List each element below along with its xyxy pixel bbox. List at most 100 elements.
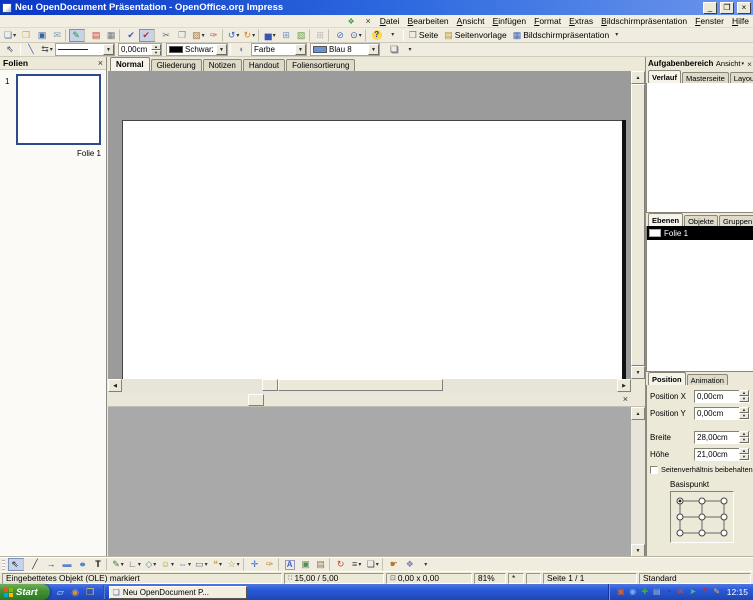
menu-fenster[interactable]: Fenster	[691, 16, 728, 26]
basic-shapes-button[interactable]: ◇	[143, 558, 159, 571]
flowchart-button[interactable]: ▭	[193, 558, 210, 571]
split-handle[interactable]	[262, 379, 278, 391]
split-handle[interactable]	[248, 394, 264, 406]
edit-points-button[interactable]: ⇖	[2, 43, 18, 56]
dropdown-button[interactable]: ▼	[295, 44, 306, 55]
export-pdf-button[interactable]: ▤	[88, 29, 104, 42]
format-paintbrush-button[interactable]: ✑	[207, 29, 223, 42]
spin-down-icon[interactable]: ▼	[151, 50, 161, 56]
extrusion-button[interactable]: ❖	[402, 558, 418, 571]
arrange-button[interactable]: ❏	[365, 558, 383, 571]
scroll-down-button[interactable]: ▼	[631, 544, 645, 557]
field-input[interactable]: 0,00cm ▲▼	[694, 390, 750, 403]
text-button[interactable]: T	[91, 558, 107, 571]
line-width-spinner[interactable]: ▲▼	[151, 44, 161, 56]
tab-gruppen[interactable]: Gruppen	[719, 215, 753, 226]
tab-masterseite[interactable]: Masterseite	[682, 72, 729, 83]
close-document-icon[interactable]: ×	[363, 17, 374, 26]
redo-button[interactable]: ↻	[242, 29, 260, 42]
quicklaunch-folder[interactable]: ❒	[84, 586, 97, 599]
fontwork-gallery-button[interactable]: A	[282, 558, 298, 571]
curve-button[interactable]: ✎	[110, 558, 126, 571]
fill-color-select[interactable]: Blau 8 ▼	[310, 43, 380, 56]
field-spinner[interactable]: ▲▼	[739, 448, 749, 460]
edit-file-button[interactable]: ✎	[69, 29, 85, 42]
close-icon[interactable]: ×	[747, 59, 752, 69]
points-button[interactable]: ✛	[247, 558, 263, 571]
dropdown-button[interactable]: ▼	[103, 44, 114, 55]
callouts-button[interactable]: ❝	[210, 558, 226, 571]
basepoint-grid[interactable]	[670, 491, 734, 543]
scrollbar-track[interactable]	[631, 420, 645, 544]
menu-datei[interactable]: Datei	[376, 16, 404, 26]
tab-normal[interactable]: Normal	[110, 57, 150, 71]
chart-button[interactable]: ▅	[262, 29, 278, 42]
page-style-button[interactable]: ▤Seitenvorlage	[441, 29, 510, 42]
paste-button[interactable]: ▨	[190, 29, 207, 42]
slide-thumbnail[interactable]	[16, 74, 101, 145]
grid-button[interactable]: ⊞	[313, 29, 329, 42]
line-color-select[interactable]: Schwarz ▼	[166, 43, 228, 56]
table-button[interactable]: ⊞	[278, 29, 294, 42]
auto-spellcheck-button[interactable]: ✔	[139, 29, 155, 42]
alignment-button[interactable]: ≡	[349, 558, 365, 571]
fill-style-select[interactable]: Farbe ▼	[251, 43, 307, 56]
scroll-left-button[interactable]: ◀	[108, 379, 122, 392]
toolbar-overflow[interactable]: ▾	[418, 558, 434, 571]
cut-button[interactable]: ✂	[158, 29, 174, 42]
tab-handout[interactable]: Handout	[243, 59, 285, 71]
tab-animation[interactable]: Animation	[687, 374, 728, 385]
tab-foliensortierung[interactable]: Foliensortierung	[286, 59, 355, 71]
slide-canvas[interactable]	[122, 120, 622, 379]
connector-button[interactable]: ∟	[126, 558, 143, 571]
start-button[interactable]: Start	[0, 584, 50, 600]
navigator-button[interactable]: ⊘	[332, 29, 348, 42]
tray-icon-7[interactable]: ➤	[688, 587, 698, 598]
area-dialog-button[interactable]: ◖	[233, 43, 249, 56]
stars-button[interactable]: ☆	[226, 558, 244, 571]
rotate-button[interactable]: ↻	[333, 558, 349, 571]
gallery-button[interactable]: ▧	[294, 29, 310, 42]
block-arrows-button[interactable]: ⇔	[176, 558, 193, 571]
scroll-up-button[interactable]: ▲	[631, 71, 645, 84]
tray-icon-5[interactable]: ◔	[664, 587, 674, 598]
layer-item-selected[interactable]: Folie 1	[647, 226, 753, 240]
dropdown-button[interactable]: ▼	[368, 44, 379, 55]
spin-down-icon[interactable]: ▼	[739, 437, 749, 443]
new-button[interactable]: ❏	[2, 29, 18, 42]
menu-extras[interactable]: Extras	[565, 16, 597, 26]
menu-bearbeiten[interactable]: Bearbeiten	[404, 16, 453, 26]
ellipse-button[interactable]: ●	[75, 558, 91, 571]
toolbar-grip[interactable]	[2, 560, 5, 570]
save-button[interactable]: ▣	[34, 29, 50, 42]
menu-format[interactable]: Format	[530, 16, 565, 26]
rectangle-button[interactable]: ▬	[59, 558, 75, 571]
field-input[interactable]: 28,00cm ▲▼	[694, 431, 750, 444]
field-spinner[interactable]: ▲▼	[739, 431, 749, 443]
line-button[interactable]: ╱	[27, 558, 43, 571]
tab-layout[interactable]: Layout	[730, 72, 753, 83]
menu-einfuegen[interactable]: Einfügen	[489, 16, 531, 26]
view-menu-button[interactable]: Ansicht▾	[716, 59, 744, 68]
tray-icon-2[interactable]: ◉	[628, 587, 638, 598]
toolbar-overflow[interactable]: ▾	[612, 29, 623, 42]
email-button[interactable]: ✉	[50, 29, 66, 42]
minimize-button[interactable]: _	[703, 2, 717, 14]
copy-button[interactable]: ❐	[174, 29, 190, 42]
tab-gliederung[interactable]: Gliederung	[151, 59, 202, 71]
spellcheck-button[interactable]: ✔	[123, 29, 139, 42]
line-width-field[interactable]: 0,00cm ▲▼	[118, 43, 162, 56]
scrollbar-thumb[interactable]	[631, 84, 645, 366]
arrow-button[interactable]: →	[43, 558, 59, 571]
scroll-right-button[interactable]: ▶	[617, 379, 631, 392]
interaction-button[interactable]: ☛	[386, 558, 402, 571]
symbol-shapes-button[interactable]: ☺	[159, 558, 176, 571]
quicklaunch-browser[interactable]: ◉	[69, 586, 82, 599]
slideshow-button[interactable]: ▦Bildschirmpräsentation	[510, 29, 613, 42]
tab-position[interactable]: Position	[648, 372, 686, 385]
field-input[interactable]: 21,00cm ▲▼	[694, 448, 750, 461]
tray-icon-3[interactable]: ✚	[640, 587, 650, 598]
keep-ratio-checkbox[interactable]	[650, 466, 658, 474]
scroll-down-button[interactable]: ▼	[631, 366, 645, 379]
spin-down-icon[interactable]: ▼	[739, 396, 749, 402]
